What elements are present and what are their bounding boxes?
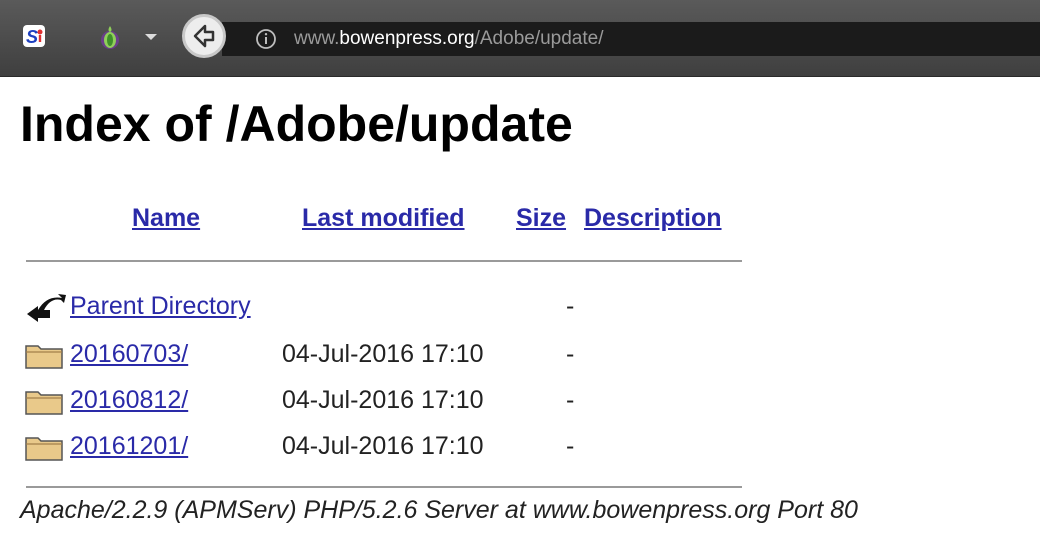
column-header-last-modified[interactable]: Last modified bbox=[302, 196, 465, 240]
divider-top bbox=[26, 260, 742, 262]
table-row: 20161201/ 04-Jul-2016 17:10 - bbox=[20, 424, 750, 468]
onion-icon[interactable] bbox=[98, 24, 122, 50]
sort-by-size-link[interactable]: Size bbox=[516, 204, 566, 232]
list-item-link[interactable]: 20160703/ bbox=[70, 332, 188, 376]
back-arrow-icon bbox=[193, 24, 215, 48]
column-header-description[interactable]: Description bbox=[584, 196, 722, 240]
chevron-down-icon[interactable] bbox=[140, 24, 162, 50]
svg-text:S: S bbox=[26, 27, 38, 47]
last-modified-cell: 04-Jul-2016 17:10 bbox=[282, 432, 484, 460]
size-cell: - bbox=[566, 340, 575, 368]
url-path: /Adobe/update/ bbox=[474, 28, 604, 49]
table-row: 20160812/ 04-Jul-2016 17:10 - bbox=[20, 378, 750, 422]
last-modified-cell: 04-Jul-2016 17:10 bbox=[282, 386, 484, 414]
folder-icon bbox=[25, 345, 63, 369]
sort-by-last-modified-link[interactable]: Last modified bbox=[302, 204, 465, 232]
server-signature: Apache/2.2.9 (APMServ) PHP/5.2.6 Server … bbox=[20, 496, 858, 524]
back-button[interactable] bbox=[182, 14, 226, 58]
sort-by-description-link[interactable]: Description bbox=[584, 204, 722, 232]
list-item-link[interactable]: 20160812/ bbox=[70, 378, 188, 422]
size-cell: - bbox=[566, 386, 575, 414]
size-cell: - bbox=[566, 292, 575, 320]
last-modified-cell: 04-Jul-2016 17:10 bbox=[282, 340, 484, 368]
folder-icon bbox=[25, 391, 63, 415]
table-row: 20160703/ 04-Jul-2016 17:10 - bbox=[20, 332, 750, 376]
folder-icon bbox=[25, 437, 63, 461]
page-title: Index of /Adobe/update bbox=[20, 96, 573, 152]
url-prefix: www. bbox=[294, 28, 340, 49]
column-header-size[interactable]: Size bbox=[516, 196, 566, 240]
column-header-name[interactable]: Name bbox=[132, 196, 200, 240]
divider-bottom bbox=[26, 486, 742, 488]
table-row: Parent Directory - bbox=[20, 284, 750, 328]
browser-toolbar: S www.bowenpress.org/Adobe/update/ bbox=[0, 0, 1040, 77]
url-host: bowenpress.org bbox=[339, 28, 475, 49]
list-item-link[interactable]: Parent Directory bbox=[70, 284, 251, 328]
size-cell: - bbox=[566, 432, 575, 460]
s-extension-icon[interactable]: S bbox=[22, 24, 46, 48]
parent-directory-icon bbox=[27, 294, 66, 322]
list-item-link[interactable]: 20161201/ bbox=[70, 424, 188, 468]
info-icon[interactable] bbox=[254, 27, 278, 51]
sort-by-name-link[interactable]: Name bbox=[132, 204, 200, 232]
url-text[interactable]: www.bowenpress.org/Adobe/update/ bbox=[294, 26, 604, 52]
